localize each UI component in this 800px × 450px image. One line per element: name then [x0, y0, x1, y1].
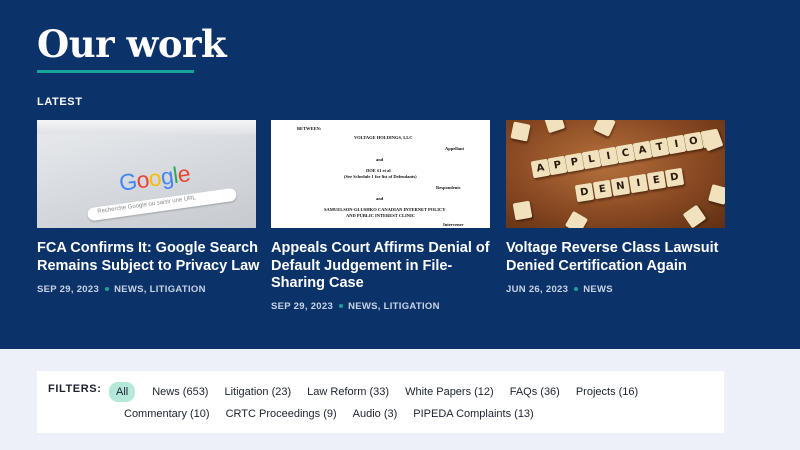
doc-line: Intervener [443, 222, 464, 227]
article-meta: JUN 26, 2023 NEWS [506, 284, 613, 295]
filter-chip-commentary[interactable]: Commentary (10) [116, 404, 218, 424]
filter-chip-pipeda-complaints[interactable]: PIPEDA Complaints (13) [405, 404, 541, 424]
article-meta: SEP 29, 2023 NEWS, LITIGATION [37, 284, 206, 295]
doc-line: AND PUBLIC INTEREST CLINIC [346, 213, 416, 218]
filter-chip-faqs[interactable]: FAQs (36) [502, 382, 568, 402]
article-categories[interactable]: NEWS, LITIGATION [114, 284, 206, 295]
letter-tile: N [610, 176, 631, 197]
scattered-tile [510, 121, 531, 142]
scattered-tile [564, 210, 589, 228]
filters-panel: FILTERS: All News (653) Litigation (23) Law… [37, 371, 724, 433]
article-title-link[interactable]: Voltage Reverse Class Lawsuit Denied Cer… [506, 240, 731, 275]
separator-dot-icon [105, 286, 110, 291]
scattered-tile [512, 200, 533, 221]
next-section-heading-peek [37, 441, 107, 450]
article-categories[interactable]: NEWS [583, 284, 613, 295]
article-thumbnail-scrabble-tiles[interactable]: APPLICATION DENIED [506, 120, 725, 228]
browser-tab-bar [37, 120, 256, 134]
filter-chip-all[interactable]: All [109, 382, 136, 402]
filter-chip-white-papers[interactable]: White Papers (12) [397, 382, 502, 402]
filter-chip-audio[interactable]: Audio (3) [345, 404, 406, 424]
scattered-tile [593, 120, 616, 137]
letter-tile: I [628, 173, 649, 194]
letter-tile: D [574, 182, 595, 203]
letter-tile: E [592, 179, 613, 200]
article-title-link[interactable]: FCA Confirms It: Google Search Remains S… [37, 240, 262, 275]
doc-line: (See Schedule 1 for list of Defendants) [344, 174, 417, 179]
latest-label: LATEST [37, 96, 83, 108]
google-logo: Google [117, 160, 191, 197]
filter-row-primary: All News (653) Litigation (23) Law Reform (… [109, 382, 646, 402]
scattered-tile [708, 184, 725, 205]
hero-section: Our work LATEST Google Recherche Google … [0, 0, 800, 349]
article-categories[interactable]: NEWS, LITIGATION [348, 301, 440, 312]
filter-chip-crtc-proceedings[interactable]: CRTC Proceedings (9) [218, 404, 345, 424]
doc-line: BETWEEN: [297, 126, 322, 131]
filter-chip-projects[interactable]: Projects (16) [568, 382, 646, 402]
letter-tile: E [646, 170, 667, 191]
scattered-tile [543, 120, 566, 134]
article-thumbnail-google-search[interactable]: Google Recherche Google ou saisir une UR… [37, 120, 256, 228]
title-underline [37, 70, 194, 73]
doc-line: DOE #1 et al [366, 168, 391, 173]
article-date: SEP 29, 2023 [37, 284, 100, 295]
article-meta: SEP 29, 2023 NEWS, LITIGATION [271, 301, 440, 312]
filter-chip-law-reform[interactable]: Law Reform (33) [299, 382, 397, 402]
filter-row-secondary: Commentary (10) CRTC Proceedings (9) Audio… [116, 404, 542, 424]
doc-line: Appellant [445, 146, 465, 151]
page-title: Our work [37, 22, 227, 66]
doc-line: VOLTAGE HOLDINGS, LLC [354, 135, 413, 140]
filter-chip-litigation[interactable]: Litigation (23) [216, 382, 299, 402]
article-thumbnail-court-document[interactable]: BETWEEN: VOLTAGE HOLDINGS, LLC Appellant… [271, 120, 490, 228]
scattered-tile [682, 204, 707, 228]
separator-dot-icon [574, 286, 579, 291]
separator-dot-icon [339, 303, 344, 308]
doc-line: and [376, 157, 384, 162]
article-title-link[interactable]: Appeals Court Affirms Denial of Default … [271, 240, 496, 293]
article-date: SEP 29, 2023 [271, 301, 334, 312]
article-date: JUN 26, 2023 [506, 284, 569, 295]
doc-line: Respondents [436, 185, 461, 190]
filters-label: FILTERS: [48, 383, 102, 395]
search-placeholder: Recherche Google ou saisir une URL [97, 195, 197, 216]
doc-line: SAMUELSON-GLUSHKO CANADIAN INTERNET POLI… [324, 207, 446, 212]
filter-chip-news[interactable]: News (653) [144, 382, 216, 402]
google-search-bar: Recherche Google ou saisir une URL [86, 187, 238, 222]
logo-letter: e [175, 160, 192, 188]
doc-line: and [376, 196, 384, 201]
letter-tile: D [664, 167, 685, 188]
